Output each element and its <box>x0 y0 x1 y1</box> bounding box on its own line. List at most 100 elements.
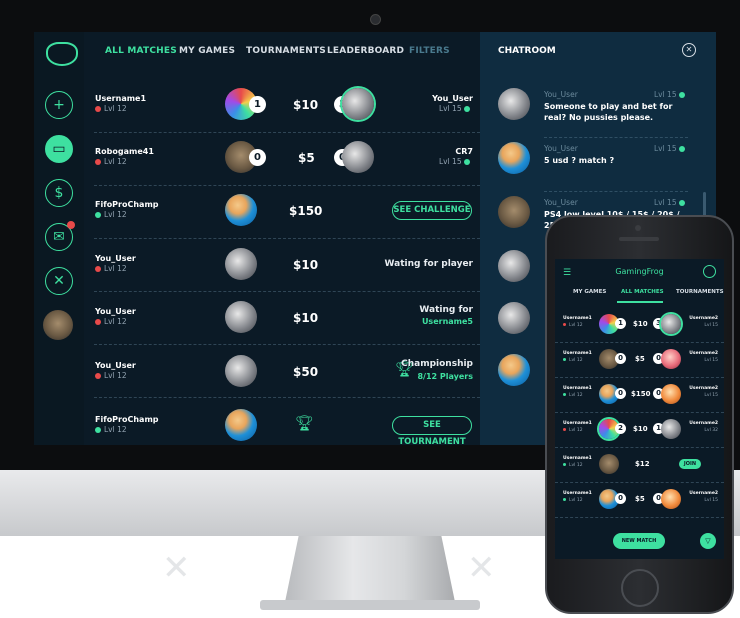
close-icon[interactable]: ✕ <box>682 43 696 57</box>
match-row[interactable]: You_User Lvl 12 $10 Wating for Username5 <box>84 292 480 345</box>
app-title: GamingFrog <box>615 267 664 276</box>
phone-match-row[interactable]: Username1 Lvl 12 1 $10 3 Username2 Lvl 1… <box>555 307 724 343</box>
player-name: Username1 <box>95 94 147 103</box>
bet-amount: $50 <box>293 365 319 379</box>
opponent-name: Username2 <box>689 491 718 496</box>
phone-match-row[interactable]: Username1 Lvl 12 2 $10 1 Username2 Lvl 3… <box>555 412 724 448</box>
imac-stand <box>285 536 455 602</box>
player-level: Lvl 12 <box>95 157 127 166</box>
player-level: Lvl 12 <box>95 371 127 380</box>
player-name: FifoProChamp <box>95 415 159 424</box>
opponent-name: You_User <box>432 94 473 103</box>
opponent-avatar <box>342 88 374 120</box>
opponent-name: Username2 <box>689 421 718 426</box>
chat-level: Lvl 15 <box>654 144 688 153</box>
profile-avatar[interactable] <box>43 310 73 340</box>
trophy-icon: 🏆︎ <box>295 414 315 432</box>
tab-filters[interactable]: FILTERS <box>409 46 450 56</box>
chat-user: You_User <box>544 144 578 153</box>
chat-message: You_User Lvl 15 Someone to play and bet … <box>498 88 698 144</box>
chat-user: You_User <box>544 198 578 207</box>
player-avatar <box>225 248 257 280</box>
phone-tab-all-matches[interactable]: ALL MATCHES <box>621 289 664 295</box>
player-level: Lvl 12 <box>563 358 583 363</box>
home-button[interactable] <box>621 569 659 607</box>
player-avatar <box>225 301 257 333</box>
bet-amount: $10 <box>293 258 319 272</box>
match-row[interactable]: Robogame41 Lvl 12 0 $5 0 CR7 Lvl 15 <box>84 133 480 186</box>
bet-amount: $10 <box>633 425 648 433</box>
match-status: Championship <box>401 359 473 369</box>
player-name: Robogame41 <box>95 147 154 156</box>
settings-icon[interactable] <box>703 265 716 278</box>
filter-icon[interactable]: ▽ <box>700 533 716 549</box>
match-status: Wating for <box>419 305 473 315</box>
chat-level: Lvl 15 <box>654 198 688 207</box>
match-row[interactable]: You_User Lvl 12 $50 🏆︎ Championship 8/12… <box>84 345 480 398</box>
player-avatar <box>225 194 257 226</box>
match-row[interactable]: FifoProChamp Lvl 12 $150 SEE CHALLENGE <box>84 186 480 239</box>
see-challenge-button[interactable]: SEE CHALLENGE <box>392 201 472 220</box>
player-name: Username1 <box>563 351 592 356</box>
player-level: Lvl 12 <box>95 104 127 113</box>
player-score: 1 <box>249 96 266 113</box>
new-match-button[interactable]: NEW MATCH <box>613 533 665 549</box>
match-row[interactable]: FifoProChamp Lvl 12 🏆︎ SEE TOURNAMENT <box>84 398 480 445</box>
match-status-detail: Username5 <box>421 317 473 326</box>
chat-avatar <box>498 196 530 228</box>
player-score: 0 <box>249 149 266 166</box>
chat-message: You_User Lvl 15 5 usd ? match ? <box>498 142 698 198</box>
player-level: Lvl 12 <box>563 428 583 433</box>
see-tournament-button[interactable]: SEE TOURNAMENT <box>392 416 472 445</box>
notification-dot <box>67 221 75 229</box>
opponent-avatar <box>661 489 681 509</box>
tab-leaderboard[interactable]: LEADERBOARD <box>327 46 404 56</box>
opponent-avatar <box>342 141 374 173</box>
bet-amount: $5 <box>635 495 645 503</box>
chat-avatar <box>498 302 530 334</box>
phone-match-row[interactable]: Username1 Lvl 12 $12 JOIN <box>555 447 724 483</box>
match-status: Wating for player <box>384 259 473 269</box>
player-name: Username1 <box>563 456 592 461</box>
match-row[interactable]: You_User Lvl 12 $10 Wating for player <box>84 239 480 292</box>
imac-stand-base <box>260 600 480 610</box>
tab-all-matches[interactable]: ALL MATCHES <box>105 46 177 56</box>
opponent-avatar <box>661 384 681 404</box>
phone-camera-icon <box>635 225 641 231</box>
chat-avatar <box>498 142 530 174</box>
player-name: Username1 <box>563 421 592 426</box>
frog-logo-icon[interactable] <box>46 42 78 66</box>
chat-divider <box>544 191 688 192</box>
opponent-level: Lvl 15 <box>439 157 473 166</box>
bet-amount: $10 <box>633 320 648 328</box>
bet-amount: $5 <box>635 355 645 363</box>
join-button[interactable]: JOIN <box>679 459 701 469</box>
chat-level: Lvl 15 <box>654 90 688 99</box>
player-avatar <box>225 355 257 387</box>
chat-avatar <box>498 250 530 282</box>
mail-icon[interactable]: ✉ <box>45 221 75 251</box>
bg-cross-left: ✕ <box>162 548 191 588</box>
match-row[interactable]: Username1 Lvl 12 1 $10 3 You_User Lvl 15 <box>84 80 480 133</box>
phone-tab-my-games[interactable]: MY GAMES <box>573 289 606 295</box>
swords-icon[interactable]: ✕ <box>45 267 73 295</box>
dollar-icon[interactable]: $ <box>45 179 73 207</box>
phone-tab-tournaments[interactable]: TOURNAMENTS <box>676 289 724 295</box>
bet-amount: $10 <box>293 98 319 112</box>
opponent-level: Lvl 15 <box>704 358 718 363</box>
bg-cross-right: ✕ <box>467 548 496 588</box>
player-name: You_User <box>95 307 136 316</box>
bet-amount: $5 <box>298 151 315 165</box>
player-avatar <box>599 454 619 474</box>
phone-match-row[interactable]: Username1 Lvl 12 0 $150 0 Username2 Lvl … <box>555 377 724 413</box>
phone-speaker <box>619 237 659 241</box>
player-name: FifoProChamp <box>95 200 159 209</box>
tab-tournaments[interactable]: TOURNAMENTS <box>246 46 326 56</box>
add-icon[interactable]: + <box>45 91 73 119</box>
tab-my-games[interactable]: MY GAMES <box>179 46 235 56</box>
player-level: Lvl 12 <box>95 210 127 219</box>
bet-amount: $12 <box>635 460 650 468</box>
phone-match-row[interactable]: Username1 Lvl 12 0 $5 0 Username2 Lvl 15 <box>555 342 724 378</box>
matches-icon[interactable]: ▭ <box>45 135 73 163</box>
phone-match-row[interactable]: Username1 Lvl 12 0 $5 0 Username2 Lvl 15 <box>555 482 724 518</box>
